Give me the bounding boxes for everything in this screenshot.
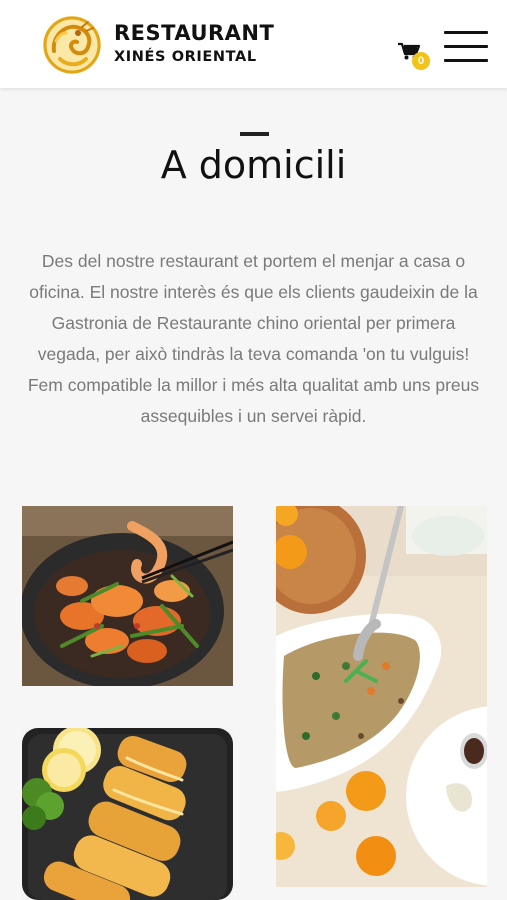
lemon-chicken-photo (22, 728, 233, 900)
brand-name-line1[interactable]: RESTAURANT (114, 22, 274, 44)
menu-bar (444, 31, 488, 34)
menu-bar (444, 59, 488, 62)
intro-paragraph: Des del nostre restaurant et portem el m… (27, 251, 480, 426)
gallery-image-fried-rice[interactable] (276, 506, 487, 887)
cart-button[interactable]: 0 (398, 42, 434, 74)
shrimp-stir-fry-photo (22, 506, 233, 686)
gallery-image-lemon-chicken[interactable] (22, 728, 233, 900)
fried-rice-plate-photo (276, 506, 487, 887)
dragon-logo-icon[interactable] (42, 15, 102, 75)
title-accent-line (240, 132, 269, 136)
cart-count-badge: 0 (412, 52, 430, 70)
site-header: RESTAURANT XINÉS ORIENTAL 0 (0, 0, 507, 88)
hamburger-menu-button[interactable] (444, 28, 488, 64)
gallery-image-shrimp[interactable] (22, 506, 233, 686)
menu-bar (444, 45, 488, 48)
page-title: A domicili (160, 143, 347, 187)
brand-name-line2[interactable]: XINÉS ORIENTAL (114, 49, 257, 65)
